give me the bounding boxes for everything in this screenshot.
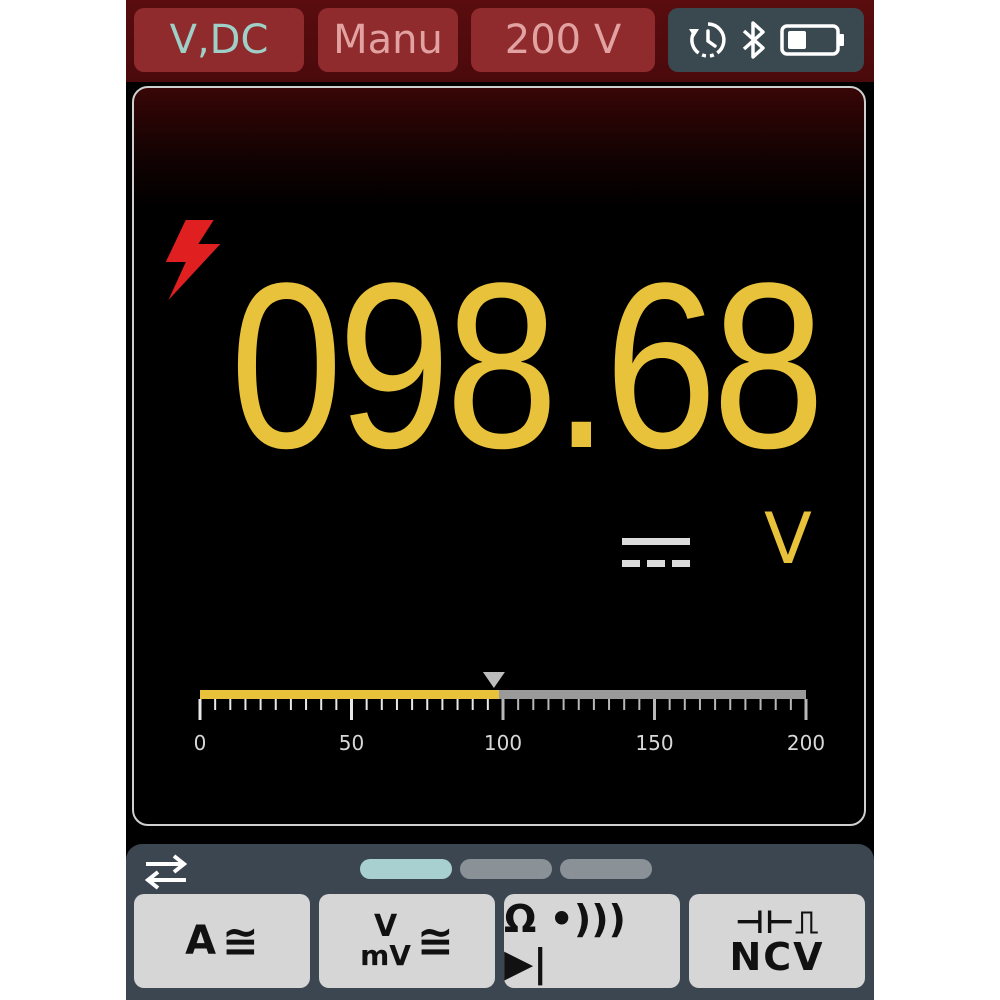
tick-label-50: 50	[339, 731, 364, 755]
ncv-label: NCV	[729, 935, 825, 979]
main-display: 098.68 V 0 50 100 150 200	[132, 86, 866, 826]
tick-label-100: 100	[484, 731, 522, 755]
swap-arrows-icon[interactable]	[140, 852, 192, 892]
function-panel: A ≅ V mV ≅ Ω •))) ▶| ⊣⊢⎍ NCV	[126, 844, 874, 1000]
high-voltage-icon	[165, 220, 221, 300]
capacitance-mode-button[interactable]: ⊣⊢⎍ NCV	[689, 894, 865, 988]
tick-label-200: 200	[787, 731, 825, 755]
voltage-mode-button[interactable]: V mV ≅	[319, 894, 495, 988]
bar-pointer	[482, 672, 505, 688]
battery-icon	[779, 24, 844, 56]
capacitance-mode-labels: ⊣⊢⎍ NCV	[729, 906, 824, 976]
current-mode-label: A	[185, 918, 217, 964]
range-mode-button[interactable]: Manu	[318, 8, 458, 72]
voltage-mode-labels: V mV	[360, 912, 411, 970]
measurement-reading: 098.68	[230, 234, 825, 498]
current-mode-button[interactable]: A ≅	[134, 894, 310, 988]
bluetooth-icon	[742, 21, 765, 59]
tick-label-0: 0	[194, 731, 207, 755]
resistance-continuity-diode-label: Ω •))) ▶|	[504, 897, 626, 985]
page-indicator-1[interactable]	[360, 859, 452, 879]
dc-symbol	[622, 538, 690, 567]
acdc-icon: ≅	[416, 915, 454, 967]
capacitance-frequency-icon: ⊣⊢⎍	[735, 903, 819, 941]
status-indicators[interactable]	[668, 8, 864, 72]
mode-button[interactable]: V,DC	[134, 8, 304, 72]
voltage-label: V	[373, 909, 398, 944]
page-indicator-3[interactable]	[560, 859, 652, 879]
history-icon	[688, 22, 726, 58]
page-indicator-2[interactable]	[460, 859, 552, 879]
tick-label-150: 150	[635, 731, 673, 755]
resistance-mode-button[interactable]: Ω •))) ▶|	[504, 894, 680, 988]
acdc-icon: ≅	[222, 915, 259, 967]
multimeter-screen: V,DC Manu 200 V 098.68 V 0 50 100 150 20…	[126, 0, 874, 1000]
status-bar: V,DC Manu 200 V	[126, 0, 874, 82]
range-button[interactable]: 200 V	[471, 8, 655, 72]
bar-ticks	[198, 699, 808, 720]
bar-graph: 0 50 100 150 200	[194, 672, 825, 755]
bar-fill	[200, 690, 500, 699]
millivolt-label: mV	[360, 939, 411, 972]
unit-label: V	[764, 498, 812, 580]
